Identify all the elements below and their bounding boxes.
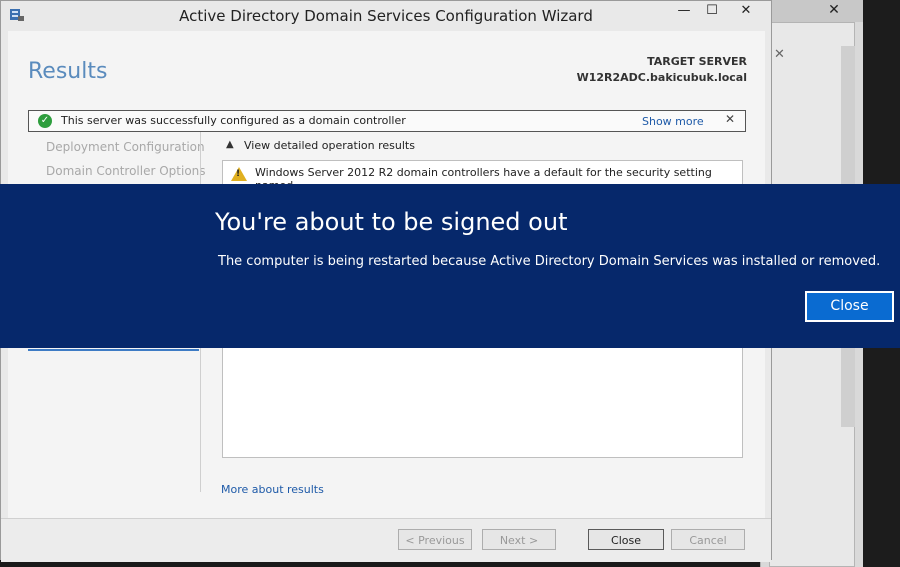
notification-close-icon[interactable]: ✕	[725, 112, 735, 126]
nav-item-deployment-configuration[interactable]: Deployment Configuration	[46, 140, 205, 154]
collapse-caret-icon[interactable]: ▲	[226, 139, 234, 150]
minimize-icon[interactable]: —	[669, 1, 699, 21]
more-about-results-link[interactable]: More about results	[221, 483, 324, 496]
wizard-titlebar: Active Directory Domain Services Configu…	[1, 1, 771, 31]
success-message: This server was successfully configured …	[61, 114, 406, 127]
target-server-label: TARGET SERVER	[647, 55, 747, 68]
close-button[interactable]: Close	[588, 529, 664, 550]
nav-selection-indicator	[28, 349, 199, 351]
background-close-icon[interactable]: ✕	[811, 0, 857, 20]
next-button[interactable]: Next >	[482, 529, 556, 550]
background-window-titlebar: ✕	[761, 0, 863, 22]
close-icon[interactable]: ✕	[723, 1, 769, 21]
nav-item-domain-controller-options[interactable]: Domain Controller Options	[46, 164, 206, 178]
wizard-footer: < Previous Next > Close Cancel	[1, 518, 771, 562]
page-title: Results	[28, 59, 108, 84]
previous-button[interactable]: < Previous	[398, 529, 472, 550]
show-more-link[interactable]: Show more	[642, 115, 704, 128]
cancel-button[interactable]: Cancel	[671, 529, 745, 550]
signout-title: You're about to be signed out	[215, 208, 568, 236]
window-title: Active Directory Domain Services Configu…	[179, 7, 593, 25]
signout-message: The computer is being restarted because …	[218, 254, 881, 269]
target-server-value: W12R2ADC.bakicubuk.local	[576, 71, 747, 84]
view-detailed-results-toggle[interactable]: View detailed operation results	[244, 139, 415, 152]
warning-exclamation: !	[236, 169, 241, 179]
background-panel-close-icon[interactable]: ✕	[774, 47, 785, 62]
signout-notification: You're about to be signed out The comput…	[0, 184, 900, 348]
success-notification: ✓ This server was successfully configure…	[28, 110, 746, 132]
success-check-icon: ✓	[38, 114, 52, 128]
signout-close-button[interactable]: Close	[805, 291, 894, 322]
